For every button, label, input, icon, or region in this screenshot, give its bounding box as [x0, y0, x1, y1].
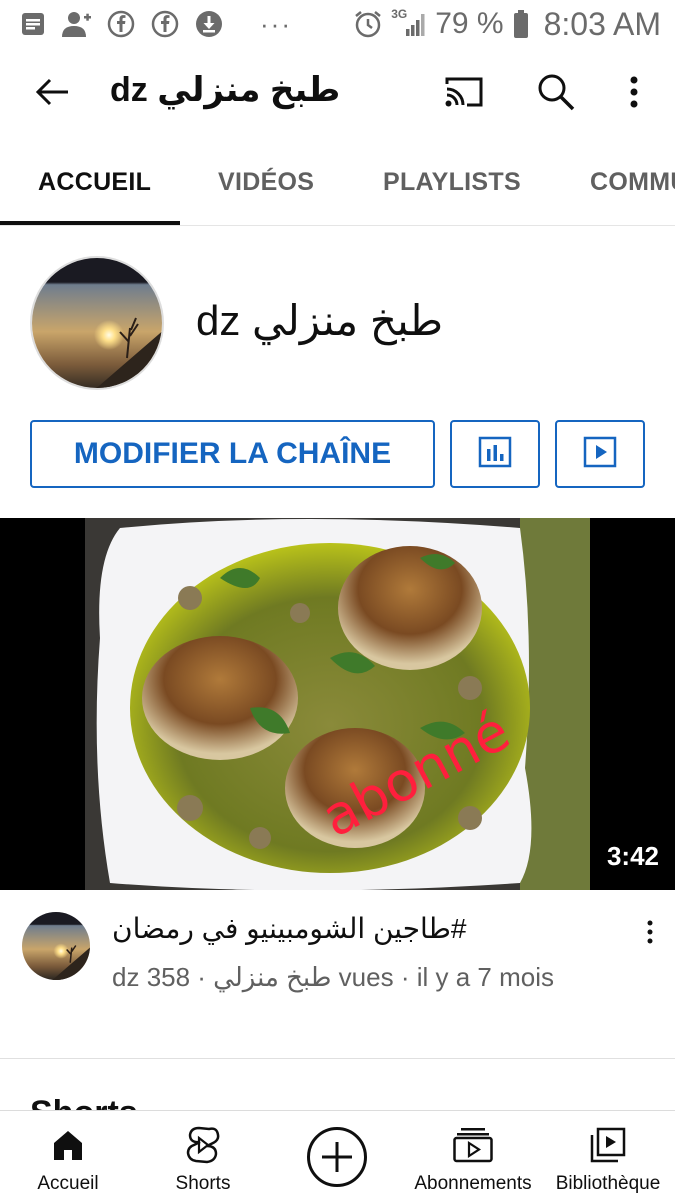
clock-time: 8:03 AM [543, 5, 661, 42]
video-meta: dz طبخ منزلي · 358 vues · il y a 7 mois [112, 962, 554, 992]
nav-create[interactable] [300, 1111, 374, 1200]
video-more-vert-icon[interactable] [636, 914, 664, 950]
app-bar: طبخ منزلي dz [0, 52, 675, 132]
cast-icon[interactable] [440, 70, 488, 114]
nav-shorts-label: Shorts [175, 1173, 231, 1194]
analytics-icon [478, 436, 512, 473]
video-manager-button[interactable] [555, 420, 645, 488]
tab-videos[interactable]: VIDÉOS [218, 168, 314, 197]
download-icon [194, 9, 224, 39]
section-divider [0, 1058, 675, 1059]
modify-channel-button[interactable]: MODIFIER LA CHAÎNE [30, 420, 435, 488]
channel-name: طبخ منزلي dz [196, 297, 444, 344]
video-thumbnail[interactable]: abonné 3:42 [0, 518, 675, 890]
search-icon[interactable] [532, 68, 580, 116]
video-title[interactable]: #طاجين الشومبينيو في رمضان [112, 912, 612, 945]
alarm-icon [353, 9, 383, 39]
video-duration: 3:42 [596, 837, 669, 876]
page-title: طبخ منزلي dz [110, 71, 341, 109]
network-type-label: 3G [391, 7, 408, 21]
bottom-nav: Accueil Shorts Abonnements Bibliothèque [0, 1110, 675, 1200]
add-circle-icon [306, 1125, 368, 1189]
library-icon [590, 1125, 626, 1165]
nav-home-label: Accueil [37, 1173, 99, 1194]
facebook-icon [150, 9, 180, 39]
facebook-icon [106, 9, 136, 39]
nav-library[interactable]: Bibliothèque [552, 1111, 664, 1200]
video-manager-icon [583, 436, 617, 473]
tab-playlists[interactable]: PLAYLISTS [383, 168, 521, 197]
home-icon [51, 1125, 85, 1165]
battery-percent: 79 % [435, 7, 504, 40]
nav-home[interactable]: Accueil [22, 1111, 114, 1200]
video-channel-avatar[interactable] [22, 912, 90, 980]
nav-library-label: Bibliothèque [555, 1173, 661, 1194]
nav-subscriptions[interactable]: Abonnements [410, 1111, 536, 1200]
tab-accueil[interactable]: ACCUEIL [38, 168, 151, 197]
nav-subscriptions-label: Abonnements [414, 1173, 532, 1194]
active-tab-indicator [0, 221, 180, 225]
signal-3g-icon: 3G [391, 7, 427, 39]
nav-shorts[interactable]: Shorts [160, 1111, 246, 1200]
more-dots-icon: ··· [260, 9, 292, 39]
channel-tabs: ACCUEIL VIDÉOS PLAYLISTS COMMU [0, 140, 675, 226]
shorts-icon [186, 1125, 220, 1165]
analytics-button[interactable] [450, 420, 540, 488]
status-bar: ··· 3G 79 % 8:03 AM [0, 0, 675, 48]
channel-avatar[interactable] [30, 256, 164, 390]
notes-icon [18, 9, 48, 39]
tab-community[interactable]: COMMU [590, 168, 675, 197]
more-vert-icon[interactable] [614, 68, 654, 116]
back-arrow-icon[interactable] [30, 70, 74, 114]
subscriptions-icon [453, 1125, 493, 1165]
person-add-icon [62, 9, 92, 39]
battery-icon [512, 9, 530, 39]
